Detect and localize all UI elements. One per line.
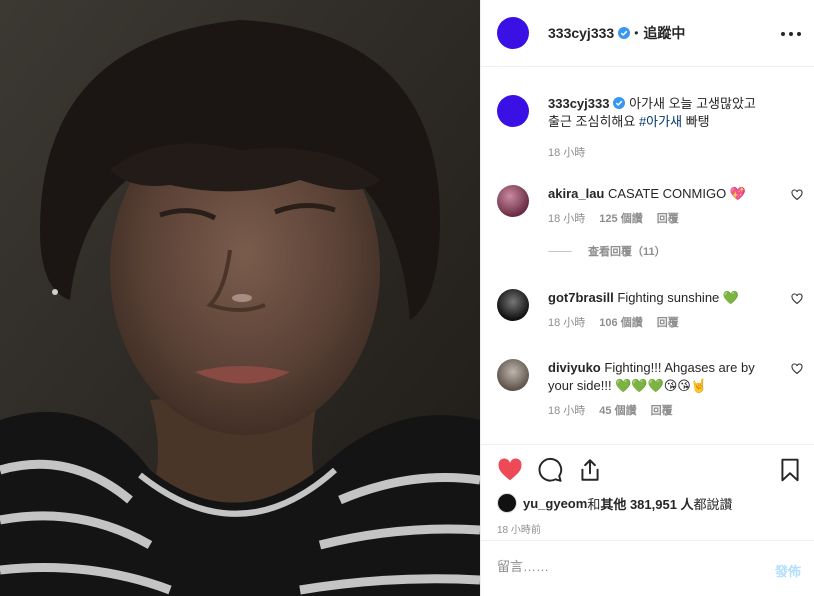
comment-reply-button[interactable]: 回覆: [657, 213, 679, 225]
separator-dot: •: [634, 26, 639, 40]
more-options-icon[interactable]: [781, 24, 801, 44]
comment-like-heart-icon[interactable]: [791, 293, 803, 305]
comment-like-heart-icon[interactable]: [791, 363, 803, 375]
caption-hashtag-link[interactable]: #아가새: [639, 114, 682, 129]
like-heart-icon[interactable]: [497, 457, 523, 483]
comment-username[interactable]: diviyuko: [548, 360, 601, 375]
caption-timestamp: 18 小時: [548, 147, 586, 159]
verified-badge-icon: [613, 97, 626, 109]
commenter-avatar[interactable]: [497, 185, 529, 217]
comment-bubble-icon[interactable]: [537, 457, 563, 483]
comment-like-heart-icon[interactable]: [791, 189, 803, 201]
bookmark-icon[interactable]: [777, 457, 803, 483]
comment-reply-button[interactable]: 回覆: [651, 405, 673, 417]
comment-meta: 18 小時 106 個讚 回覆: [548, 314, 693, 330]
comment-text: got7brasill Fighting sunshine 💚: [548, 289, 768, 307]
comment-text: akira_lau CASATE CONMIGO 💖: [548, 185, 768, 203]
commenter-avatar[interactable]: [497, 359, 529, 391]
post-photo[interactable]: [0, 0, 480, 596]
likes-others-link[interactable]: 其他 381,951 人: [600, 494, 693, 513]
comment-likes[interactable]: 45 個讚: [599, 405, 636, 417]
comment-time[interactable]: 18 小時: [548, 317, 585, 329]
comment-time[interactable]: 18 小時: [548, 213, 585, 225]
comment-username[interactable]: got7brasill: [548, 290, 614, 305]
caption-text: 333cyj333 아가새 오늘 고생많았고 출근 조심히해요 #아가새 빠탱: [548, 95, 768, 131]
likes-suffix: 都說讚: [693, 496, 733, 512]
view-replies-line: [548, 250, 572, 252]
view-replies-label[interactable]: 查看回覆（11）: [588, 243, 666, 259]
comment-meta: 18 小時 45 個讚 回覆: [548, 402, 687, 418]
comment-likes[interactable]: 106 個讚: [599, 317, 642, 329]
caption-tail: 빠탱: [682, 114, 710, 129]
comment-likes[interactable]: 125 個讚: [599, 213, 642, 225]
caption-avatar[interactable]: [497, 95, 529, 127]
post-timestamp[interactable]: 18 小時前: [497, 521, 541, 536]
verified-badge-icon: [618, 27, 631, 39]
author-avatar[interactable]: [497, 17, 529, 49]
post-side-panel: 333cyj333 • 追蹤中 333cyj333 아가새 오늘 고생많았고 출…: [480, 0, 814, 596]
comment-reply-button[interactable]: 回覆: [657, 317, 679, 329]
post-header: 333cyj333 • 追蹤中: [481, 0, 814, 67]
likes-and-text: 和: [587, 496, 601, 512]
post-comment-button[interactable]: 發佈: [775, 561, 801, 580]
comments-list: 333cyj333 아가새 오늘 고생많았고 출근 조심히해요 #아가새 빠탱 …: [481, 68, 814, 444]
liker-username[interactable]: yu_gyeom: [523, 496, 587, 511]
author-username[interactable]: 333cyj333: [548, 25, 614, 41]
comment-username[interactable]: akira_lau: [548, 186, 604, 201]
comment-body: CASATE CONMIGO 💖: [608, 186, 747, 201]
caption-username[interactable]: 333cyj333: [548, 96, 609, 111]
follow-status-button[interactable]: 追蹤中: [643, 23, 685, 43]
post-actions: yu_gyeom 和 其他 381,951 人 都說讚 18 小時前: [481, 444, 814, 540]
share-icon[interactable]: [577, 457, 603, 483]
comment-compose: 發佈: [481, 540, 814, 596]
comment-body: Fighting sunshine 💚: [617, 290, 740, 305]
view-replies-button[interactable]: 查看回覆（11）: [548, 243, 666, 259]
commenter-avatar[interactable]: [497, 289, 529, 321]
liker-avatar[interactable]: [497, 493, 517, 513]
comment-meta: 18 小時 125 個讚 回覆: [548, 210, 693, 226]
likes-summary: yu_gyeom 和 其他 381,951 人 都說讚: [497, 493, 733, 513]
comment-text: diviyuko Fighting!!! Ahgases are by your…: [548, 359, 768, 395]
comment-time[interactable]: 18 小時: [548, 405, 585, 417]
comment-input[interactable]: [497, 559, 747, 574]
caption-time: 18 小時: [548, 144, 599, 160]
